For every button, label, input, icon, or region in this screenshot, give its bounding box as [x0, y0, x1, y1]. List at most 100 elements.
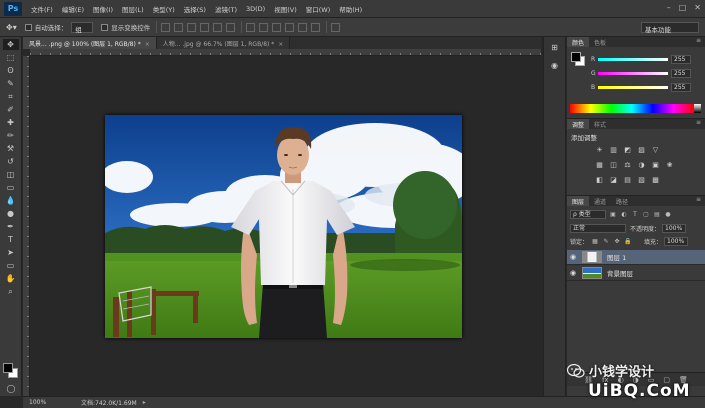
slider-b[interactable]: B 255: [591, 82, 703, 92]
menu-image[interactable]: 图像(I): [93, 4, 113, 14]
tab-layers[interactable]: 图层: [567, 196, 590, 206]
filter-toggle-icon[interactable]: ●: [664, 211, 672, 219]
tab-close-icon[interactable]: ×: [145, 41, 150, 48]
layer-row-2[interactable]: ◉ 背景图层: [567, 266, 705, 281]
horizontal-ruler[interactable]: [30, 49, 541, 56]
align-top-icon[interactable]: [161, 22, 171, 32]
menu-3d[interactable]: 3D(D): [246, 5, 265, 13]
eye-icon[interactable]: ◉: [567, 269, 579, 277]
slider-value[interactable]: 255: [671, 82, 691, 92]
history-brush-icon[interactable]: ↺: [3, 156, 19, 167]
tab-color[interactable]: 颜色: [567, 37, 590, 47]
auto-select-dropdown[interactable]: 组: [71, 21, 94, 34]
tab-channels[interactable]: 通道: [589, 196, 611, 206]
distribute-bottom-icon[interactable]: [272, 22, 282, 32]
panel-menu-icon[interactable]: ≡: [696, 37, 705, 47]
levels-icon[interactable]: ▥: [609, 146, 618, 154]
auto-align-icon[interactable]: [331, 22, 341, 32]
distribute-left-icon[interactable]: [285, 22, 295, 32]
auto-select-checkbox[interactable]: [24, 23, 32, 31]
close-icon[interactable]: ✕: [694, 3, 701, 12]
tab-adjustments[interactable]: 调整: [567, 119, 590, 129]
healing-icon[interactable]: ✚: [3, 117, 19, 128]
show-transform-checkbox[interactable]: [101, 23, 109, 31]
eye-icon[interactable]: ◉: [567, 253, 579, 261]
quick-mask-icon[interactable]: ◯: [3, 383, 19, 394]
crop-icon[interactable]: ⌗: [3, 91, 19, 102]
move-icon[interactable]: ✥: [2, 39, 19, 50]
opacity-input[interactable]: 100%: [662, 224, 687, 233]
posterize-icon[interactable]: ◪: [609, 176, 618, 184]
zoom-level[interactable]: 100%: [29, 399, 61, 406]
path-select-icon[interactable]: ➤: [3, 247, 19, 258]
menu-filter[interactable]: 滤镜(T): [215, 4, 237, 14]
slider-track[interactable]: [598, 85, 668, 89]
layer-filter-dropdown[interactable]: ρ 类型: [570, 210, 606, 219]
lock-position-icon[interactable]: ✥: [613, 238, 621, 246]
slider-r[interactable]: R 255: [591, 54, 703, 64]
slider-value[interactable]: 255: [671, 54, 691, 64]
color-lookup-icon[interactable]: ❀: [665, 161, 674, 169]
selective-color-icon[interactable]: ▩: [651, 176, 660, 184]
align-bottom-icon[interactable]: [187, 22, 197, 32]
menu-window[interactable]: 窗口(W): [306, 4, 331, 14]
foreground-color-chip[interactable]: [571, 52, 581, 62]
canvas-area[interactable]: [30, 56, 541, 396]
filter-smart-icon[interactable]: ▤: [653, 211, 661, 219]
menu-help[interactable]: 帮助(H): [339, 4, 362, 14]
menu-type[interactable]: 类型(Y): [153, 4, 175, 14]
document-canvas[interactable]: [105, 115, 462, 338]
align-hcenter-icon[interactable]: [213, 22, 223, 32]
color-spectrum[interactable]: [570, 104, 694, 113]
tab-portrait[interactable]: 人物... .jpg @ 66.7% (图层 1, RGB/8) * ×: [156, 37, 291, 49]
threshold-icon[interactable]: ▤: [623, 176, 632, 184]
lasso-icon[interactable]: ʘ: [3, 65, 19, 76]
blend-mode-dropdown[interactable]: 正常: [570, 224, 626, 233]
menu-edit[interactable]: 编辑(E): [62, 4, 84, 14]
lock-all-icon[interactable]: 🔒: [624, 238, 632, 246]
status-menu-icon[interactable]: ▸: [143, 399, 146, 406]
dodge-icon[interactable]: ●: [3, 208, 19, 219]
distribute-hcenter-icon[interactable]: [298, 22, 308, 32]
zoom-icon[interactable]: ⌕: [3, 286, 19, 297]
slider-g[interactable]: G 255: [591, 68, 703, 78]
blur-icon[interactable]: 💧: [3, 195, 19, 206]
align-right-icon[interactable]: [226, 22, 236, 32]
maximize-icon[interactable]: □: [679, 3, 687, 12]
filter-shape-icon[interactable]: ▢: [642, 211, 650, 219]
filter-type-icon[interactable]: T: [631, 211, 639, 219]
menu-file[interactable]: 文件(F): [31, 4, 53, 14]
curves-icon[interactable]: ◩: [623, 146, 632, 154]
workspace-dropdown[interactable]: 基本功能: [641, 22, 699, 34]
invert-icon[interactable]: ◧: [595, 176, 604, 184]
fill-input[interactable]: 100%: [664, 237, 689, 246]
color-balance-icon[interactable]: ◫: [609, 161, 618, 169]
brightness-icon[interactable]: ☀: [595, 146, 604, 154]
channel-mixer-icon[interactable]: ▣: [651, 161, 660, 169]
lock-pixels-icon[interactable]: ▦: [591, 238, 599, 246]
filter-adjust-icon[interactable]: ◐: [620, 211, 628, 219]
foreground-color-swatch[interactable]: [3, 363, 13, 373]
lock-paint-icon[interactable]: ✎: [602, 238, 610, 246]
tab-paths[interactable]: 路径: [611, 196, 633, 206]
brush-icon[interactable]: ✏: [3, 130, 19, 141]
vertical-ruler[interactable]: [23, 56, 30, 396]
eraser-icon[interactable]: ◫: [3, 169, 19, 180]
align-left-icon[interactable]: [200, 22, 210, 32]
stamp-icon[interactable]: ⚒: [3, 143, 19, 154]
black-white-icon[interactable]: ⚖: [623, 161, 632, 169]
tab-swatches[interactable]: 色板: [589, 37, 611, 47]
slider-value[interactable]: 255: [671, 68, 691, 78]
exposure-icon[interactable]: ▨: [637, 146, 646, 154]
history-panel-icon[interactable]: ⊞: [548, 43, 562, 55]
slider-track[interactable]: [598, 57, 668, 61]
tab-styles[interactable]: 样式: [589, 119, 611, 129]
type-icon[interactable]: T: [3, 234, 19, 245]
marquee-icon[interactable]: ⬚: [3, 52, 19, 63]
pen-icon[interactable]: ✒: [3, 221, 19, 232]
eyedropper-icon[interactable]: ✐: [3, 104, 19, 115]
photo-filter-icon[interactable]: ◑: [637, 161, 646, 169]
distribute-vcenter-icon[interactable]: [259, 22, 269, 32]
filter-pixel-icon[interactable]: ▣: [609, 211, 617, 219]
layer-row-1[interactable]: ◉ 图层 1: [567, 250, 705, 265]
